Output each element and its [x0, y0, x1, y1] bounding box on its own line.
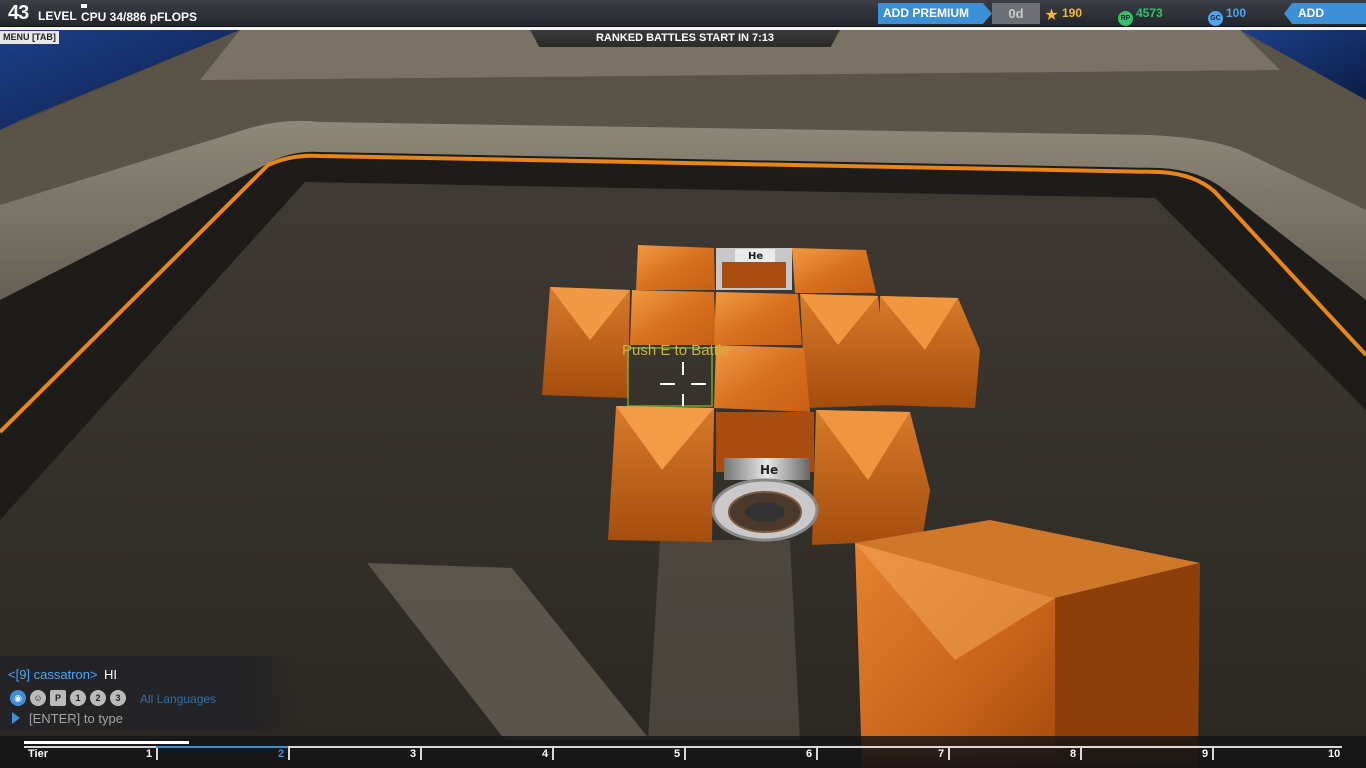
tier-divider [684, 746, 686, 760]
rp-icon: RP [1118, 11, 1133, 26]
battle-prompt: Push E to Battle [622, 342, 730, 359]
cpu-bar [81, 4, 87, 8]
garage-scene: He He [0, 0, 1366, 768]
ranked-countdown: RANKED BATTLES START IN 7:13 [530, 30, 840, 47]
robits-balance: ★ 190 [1044, 3, 1082, 24]
cube [630, 290, 716, 345]
chat-filters: ◉ ☺ P 1 2 3 [10, 689, 126, 707]
tier-divider [816, 746, 818, 760]
tier-value: 10 [1328, 748, 1341, 760]
star-icon: ★ [1044, 7, 1059, 24]
party-1-icon[interactable]: 1 [70, 690, 86, 706]
svg-text:He: He [748, 251, 763, 262]
rp-value: 4573 [1136, 6, 1163, 20]
cube [792, 248, 876, 293]
globe-icon[interactable]: ◉ [10, 690, 26, 706]
tier-current-highlight [156, 746, 288, 748]
svg-text:He: He [760, 463, 778, 477]
tier-divider [1212, 746, 1214, 760]
tier-label: Tier [28, 748, 48, 760]
cube [542, 287, 630, 398]
tier-value: 2 [278, 748, 285, 760]
premium-days: 0d [992, 3, 1040, 24]
cube [714, 292, 802, 345]
chat-input-hint: [ENTER] to type [29, 711, 123, 726]
tier-value: 8 [1070, 748, 1077, 760]
top-divider [0, 27, 1366, 30]
cube [800, 294, 890, 408]
tier-bar: Tier 1 2 3 4 5 6 7 8 9 10 [0, 736, 1366, 768]
tier-value: 4 [542, 748, 549, 760]
gc-icon: GC [1208, 11, 1223, 26]
tier-divider [156, 746, 158, 760]
party-2-icon[interactable]: 2 [90, 690, 106, 706]
chat-panel: <[9] cassatron> HI ◉ ☺ P 1 2 3 All Langu… [0, 656, 300, 730]
helium-tank: He [716, 248, 792, 290]
tier-value: 3 [410, 748, 417, 760]
level-number: 43 [8, 2, 29, 24]
gc-balance: GC 100 [1208, 3, 1247, 26]
tier-value: 7 [938, 748, 945, 760]
tier-value: 6 [806, 748, 813, 760]
tier-divider [1080, 746, 1082, 760]
tier-value: 5 [674, 748, 681, 760]
tier-value: 9 [1202, 748, 1209, 760]
gc-value: 100 [1226, 6, 1247, 20]
tier-progress [24, 741, 189, 744]
add-premium-button[interactable]: ADD PREMIUM [878, 3, 992, 24]
cube [608, 406, 714, 542]
tier-value: 1 [146, 748, 153, 760]
chat-message: HI [104, 667, 117, 682]
party-3-icon[interactable]: 3 [110, 690, 126, 706]
person-icon[interactable]: ☺ [30, 690, 46, 706]
rp-balance: RP 4573 [1118, 3, 1163, 26]
tier-divider [420, 746, 422, 760]
held-cube [855, 520, 1200, 768]
tier-divider [552, 746, 554, 760]
menu-button[interactable]: MENU [TAB] [0, 31, 59, 44]
tier-divider [288, 746, 290, 760]
chat-sender: <[9] cassatron> [8, 667, 98, 682]
chevron-right-icon [12, 712, 20, 724]
cpu-readout: CPU 34/886 pFLOPS [81, 10, 198, 24]
top-bar: 43 LEVEL CPU 34/886 pFLOPS ADD PREMIUM 0… [0, 0, 1366, 27]
level-label: LEVEL [38, 9, 77, 23]
robits-value: 190 [1062, 6, 1083, 20]
cube [636, 245, 715, 290]
cube [812, 410, 930, 545]
chat-language-select[interactable]: All Languages [140, 692, 216, 706]
chat-input[interactable]: [ENTER] to type [12, 711, 123, 726]
add-funds-button[interactable]: ADD FUNDS [1284, 3, 1366, 24]
helium-tank: He [711, 412, 819, 542]
tier-divider [948, 746, 950, 760]
p-icon[interactable]: P [50, 690, 66, 706]
